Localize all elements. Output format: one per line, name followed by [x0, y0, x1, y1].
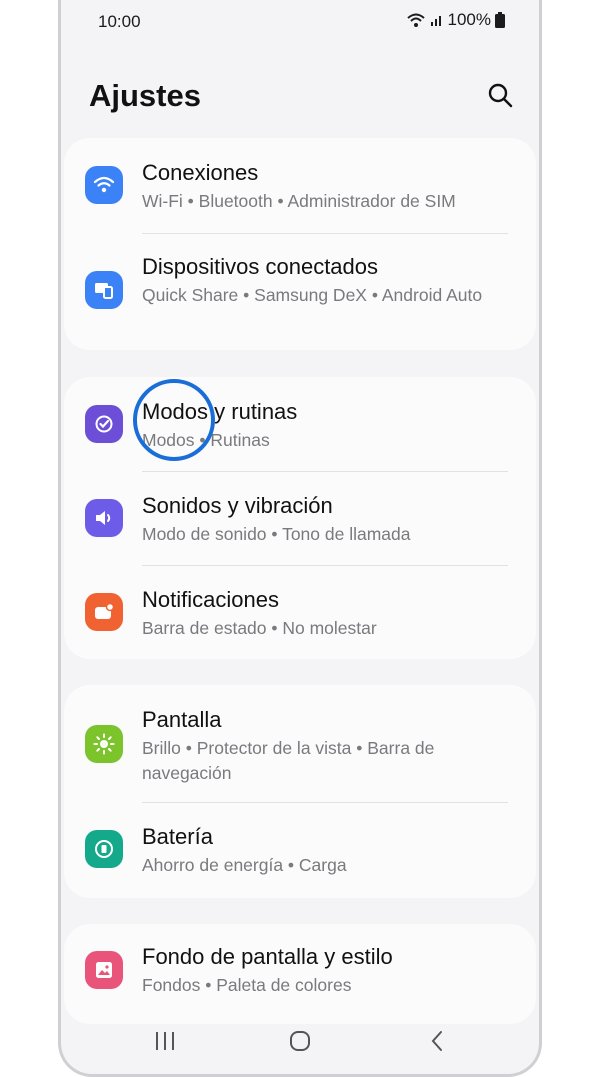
item-subtitle: Ahorro de energía • Carga [142, 855, 347, 875]
display-icon [85, 725, 123, 763]
settings-item-sonidos-vibracion[interactable]: Sonidos y vibración Modo de sonido • Ton… [64, 472, 536, 565]
settings-item-bateria[interactable]: Batería Ahorro de energía • Carga [64, 803, 536, 898]
wifi-status-icon [406, 13, 425, 27]
search-button[interactable] [485, 80, 515, 110]
signal-icon [430, 16, 441, 26]
navigation-bar [61, 1008, 539, 1074]
item-subtitle: Brillo • Protector de la vista • Barra d… [142, 738, 435, 783]
item-subtitle: Barra de estado • No molestar [142, 618, 377, 638]
back-icon [431, 1031, 442, 1051]
status-right: 100% [406, 10, 505, 30]
status-time: 10:00 [98, 12, 141, 31]
devices-icon [85, 271, 123, 309]
status-bar: 10:00 100% [61, 0, 539, 40]
home-icon [290, 1031, 310, 1051]
item-title: Batería [142, 824, 213, 849]
settings-item-fondo-pantalla[interactable]: Fondo de pantalla y estilo Fondos • Pale… [64, 924, 536, 1019]
settings-group-1: Conexiones Wi-Fi • Bluetooth • Administr… [64, 138, 536, 350]
modes-icon [85, 405, 123, 443]
recents-button[interactable] [145, 1024, 185, 1058]
search-icon [488, 83, 513, 108]
item-subtitle: Wi-Fi • Bluetooth • Administrador de SIM [142, 191, 456, 211]
item-subtitle: Fondos • Paleta de colores [142, 975, 352, 995]
back-button[interactable] [417, 1024, 457, 1058]
item-title: Dispositivos conectados [142, 254, 379, 279]
phone-screen: 10:00 100% Ajustes Conexiones Wi-Fi • Bl… [58, 0, 542, 1077]
sound-icon [85, 499, 123, 537]
highlight-circle [133, 379, 215, 461]
settings-item-pantalla[interactable]: Pantalla Brillo • Protector de la vista … [64, 685, 536, 802]
notification-icon [85, 593, 123, 631]
settings-group-3: Pantalla Brillo • Protector de la vista … [64, 685, 536, 898]
wallpaper-icon [85, 951, 123, 989]
settings-item-notificaciones[interactable]: Notificaciones Barra de estado • No mole… [64, 566, 536, 659]
page-title: Ajustes [89, 78, 201, 113]
item-subtitle: Quick Share • Samsung DeX • Android Auto [142, 285, 483, 305]
battery-status-icon [495, 12, 505, 28]
item-title: Conexiones [142, 160, 259, 185]
item-subtitle: Modo de sonido • Tono de llamada [142, 524, 411, 544]
item-title: Fondo de pantalla y estilo [142, 944, 393, 969]
battery-percent: 100% [447, 10, 491, 29]
recents-icon [156, 1032, 174, 1050]
home-button[interactable] [280, 1024, 320, 1058]
settings-item-conexiones[interactable]: Conexiones Wi-Fi • Bluetooth • Administr… [64, 138, 536, 233]
wifi-icon [85, 166, 123, 204]
item-title: Pantalla [142, 707, 222, 732]
battery-icon [85, 830, 123, 868]
settings-item-dispositivos-conectados[interactable]: Dispositivos conectados Quick Share • Sa… [64, 234, 536, 350]
item-title: Sonidos y vibración [142, 493, 333, 518]
item-title: Notificaciones [142, 587, 279, 612]
